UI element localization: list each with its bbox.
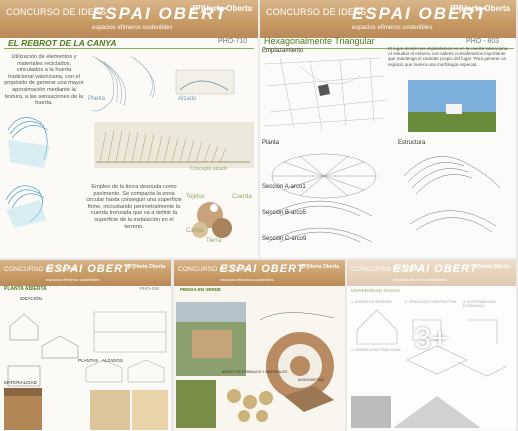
label-axonometria: AXONOMETRÍA bbox=[298, 378, 324, 382]
org-label: [P]Horta Oberta bbox=[127, 264, 165, 270]
poster-header: CONCURSO DE IDEAS ESPAI OBERT espacios e… bbox=[0, 0, 258, 38]
label-canya: Canya bbox=[186, 228, 204, 234]
label-concepto-alzado: Concepto alzado bbox=[190, 166, 228, 172]
label-section-c: Sección C-arco9 bbox=[262, 236, 307, 242]
description-paragraph: El lugar donde nos implantamos es en la … bbox=[388, 46, 509, 67]
subtitle-label: espacios efímeros sostenibles bbox=[352, 25, 433, 31]
label-cuerda: Cuerda bbox=[232, 194, 252, 200]
poster-header: CONCURSO DE IDEAS ESPAI OBERT espacios e… bbox=[174, 260, 345, 286]
org-label: [P]Horta Oberta bbox=[192, 4, 252, 13]
gallery-image-1[interactable]: CONCURSO DE IDEAS ESPAI OBERT espacios e… bbox=[0, 0, 258, 258]
gallery-image-3[interactable]: CONCURSO DE IDEAS ESPAI OBERT espacios e… bbox=[0, 260, 171, 431]
poster-code: PHO - 803 bbox=[466, 38, 500, 45]
more-images-overlay[interactable]: 3+ bbox=[347, 260, 516, 429]
poster-title: PIENSA EN VERDE bbox=[180, 287, 221, 292]
poster-header: CONCURSO DE IDEAS ESPAI OBERT espacios e… bbox=[260, 0, 516, 38]
org-label: [P]Horta Oberta bbox=[450, 4, 510, 13]
poster-drawings bbox=[263, 57, 501, 243]
label-alzado: Alzado bbox=[178, 96, 197, 102]
title-rule bbox=[4, 48, 254, 49]
description-paragraph-1: Utilización de elementos y materiales re… bbox=[4, 54, 84, 107]
poster-title: Hexagonalmente Triangular bbox=[264, 36, 375, 46]
poster-drawings bbox=[176, 302, 335, 428]
label-planta: Planta bbox=[262, 140, 280, 146]
subtitle-label: espacios efímeros sostenibles bbox=[92, 25, 173, 31]
poster-drawings bbox=[4, 311, 168, 430]
poster-title: PLANTA ABIERTA bbox=[4, 286, 47, 292]
brand-label: ESPAI OBERT bbox=[46, 263, 131, 275]
poster-header: CONCURSO DE IDEAS ESPAI OBERT espacios e… bbox=[0, 260, 171, 286]
description-paragraph-2: Empleo de la tierra desnuda como pavimen… bbox=[86, 184, 182, 230]
label-planta: Planta bbox=[88, 96, 106, 102]
poster-title: EL REBROT DE LA CANYA bbox=[8, 38, 117, 48]
org-label: [P]Horta Oberta bbox=[301, 264, 339, 270]
label-section-b: Sección B-arco5 bbox=[262, 210, 307, 216]
subtitle-label: espacios efímeros sostenibles bbox=[46, 277, 100, 282]
more-images-count: 3+ bbox=[414, 322, 449, 355]
subtitle-label: espacios efímeros sostenibles bbox=[220, 277, 274, 282]
label-section-a: Sección A-arco1 bbox=[262, 184, 306, 190]
poster-code: PHO-710 bbox=[218, 38, 248, 45]
gallery-image-4[interactable]: CONCURSO DE IDEAS ESPAI OBERT espacios e… bbox=[174, 260, 345, 431]
label-tejidos: Tejidos bbox=[186, 194, 205, 200]
label-estructura: Estructura bbox=[398, 140, 426, 146]
brand-label: ESPAI OBERT bbox=[220, 263, 305, 275]
label-emplazamiento: Emplazamiento bbox=[262, 48, 304, 54]
label-aspectos: ASPECTOS FORMALES Y MATERIALES bbox=[222, 370, 288, 374]
label-tierra: Tierra bbox=[206, 238, 222, 244]
gallery-image-2[interactable]: CONCURSO DE IDEAS ESPAI OBERT espacios e… bbox=[260, 0, 516, 258]
poster-code: PHO-419 bbox=[140, 286, 159, 291]
